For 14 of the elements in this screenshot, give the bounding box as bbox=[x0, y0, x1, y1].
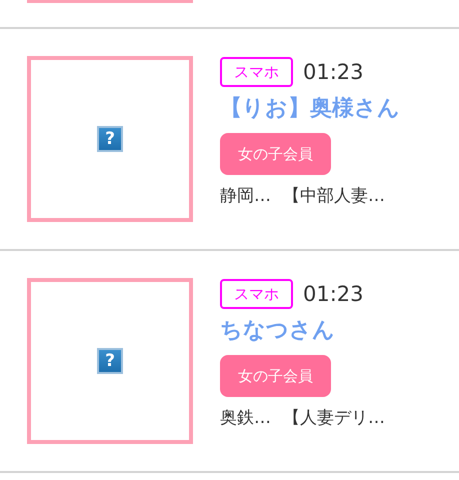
post-time: 01:23 bbox=[303, 282, 364, 306]
device-label: スマホ bbox=[220, 279, 293, 309]
member-tag: 女の子会員 bbox=[220, 355, 331, 397]
meta-text: 【人妻デリ… bbox=[283, 407, 385, 429]
broken-image-icon: ? bbox=[97, 348, 123, 374]
meta-text: 【中部人妻… bbox=[283, 185, 385, 207]
meta-text: 奥鉄… bbox=[220, 407, 271, 429]
broken-image-icon: ? bbox=[97, 126, 123, 152]
profile-name[interactable]: ちなつさん bbox=[220, 317, 335, 345]
post-time: 01:23 bbox=[303, 60, 364, 84]
profile-name[interactable]: 【りお】奥様さん bbox=[220, 95, 400, 123]
device-label: スマホ bbox=[220, 57, 293, 87]
member-tag: 女の子会員 bbox=[220, 133, 331, 175]
meta-text: 静岡… bbox=[220, 185, 271, 207]
